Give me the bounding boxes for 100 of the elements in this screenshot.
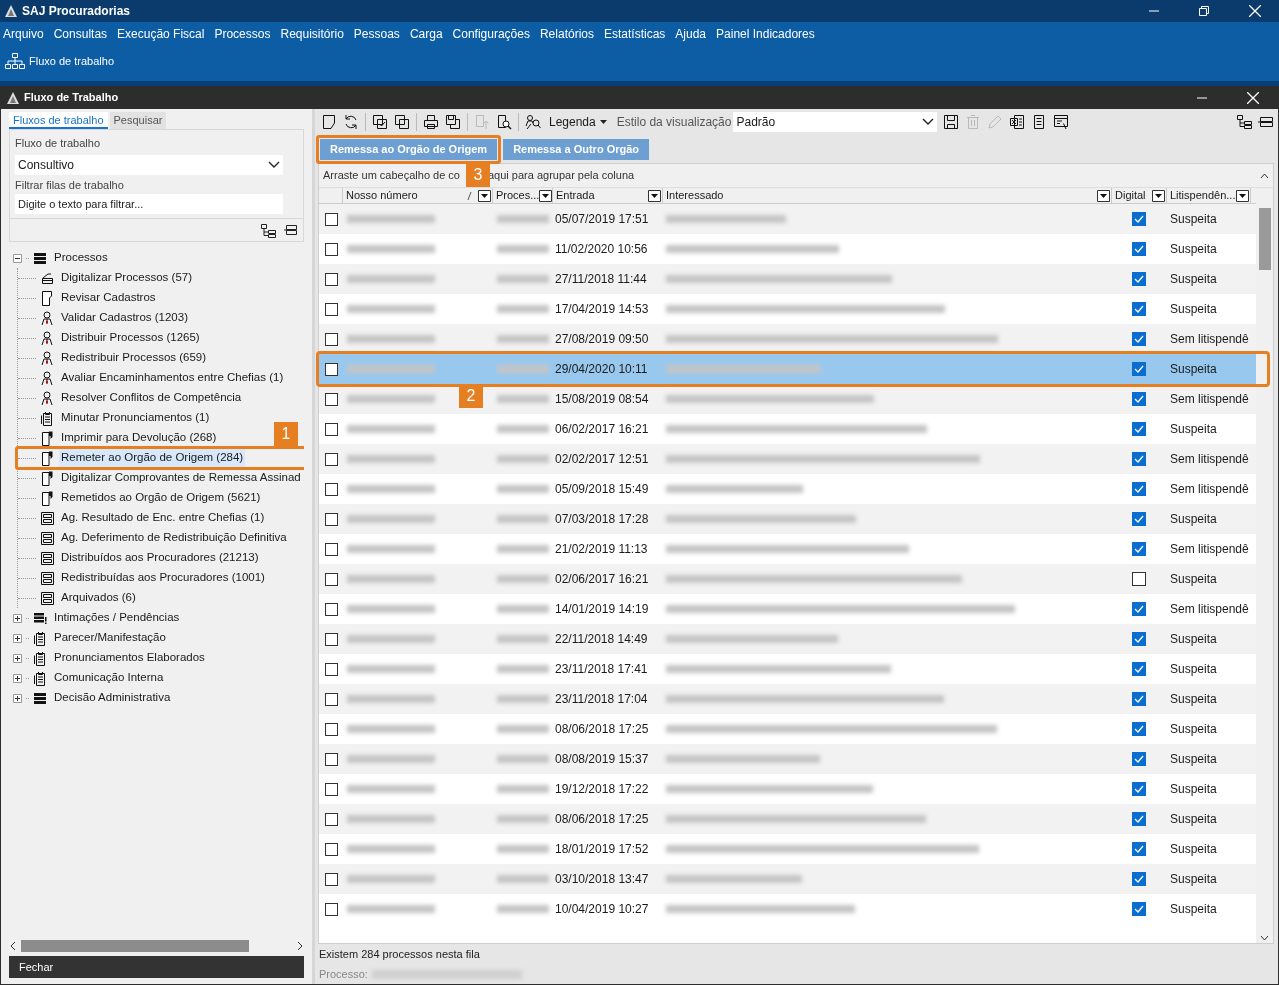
table-row[interactable]: 07/03/2018 17:28 Suspeita xyxy=(319,504,1256,534)
close-button[interactable]: Fechar xyxy=(9,956,304,978)
filter-dropdown-icon[interactable] xyxy=(1236,189,1249,202)
row-checkbox[interactable] xyxy=(324,842,338,856)
row-checkbox[interactable] xyxy=(324,242,338,256)
menu-item[interactable]: Requisitório xyxy=(280,25,344,43)
row-checkbox[interactable] xyxy=(324,362,338,376)
spreadsheet-icon[interactable] xyxy=(1009,114,1026,130)
tab[interactable]: Fluxos de trabalho xyxy=(9,112,108,129)
menu-item[interactable]: Pessoas xyxy=(353,25,400,43)
tree-item[interactable]: Parecer/Manifestação xyxy=(52,629,168,647)
collapse-up-icon[interactable] xyxy=(1260,172,1269,179)
menu-item[interactable]: Relatórios xyxy=(539,25,594,43)
document-search-icon[interactable] xyxy=(496,114,512,130)
table-row[interactable]: 08/08/2019 15:37 Suspeita xyxy=(319,744,1256,774)
collapse-icon[interactable] xyxy=(1258,114,1274,130)
table-row[interactable]: 23/11/2018 17:04 Suspeita xyxy=(319,684,1256,714)
collapse-toggle-icon[interactable] xyxy=(13,253,22,263)
menu-item[interactable]: Execução Fiscal xyxy=(117,25,205,43)
close-icon[interactable] xyxy=(1247,91,1259,104)
expand-toggle-icon[interactable] xyxy=(13,633,22,643)
filter-input[interactable]: Digite o texto para filtrar... xyxy=(15,194,283,214)
table-row[interactable]: 02/06/2017 16:21 Suspeita xyxy=(319,564,1256,594)
scroll-right-icon[interactable] xyxy=(296,940,304,951)
table-row[interactable]: 03/10/2018 13:47 Suspeita xyxy=(319,864,1256,894)
filter-dropdown-icon[interactable] xyxy=(1097,189,1110,202)
print-icon[interactable] xyxy=(423,114,439,130)
filter-dropdown-icon[interactable] xyxy=(478,189,491,202)
tree-item[interactable]: Ag. Deferimento de Redistribuição Definitiva xyxy=(59,529,289,547)
menu-item[interactable]: Painel Indicadores xyxy=(716,25,815,43)
row-checkbox[interactable] xyxy=(324,422,338,436)
new-document-icon[interactable] xyxy=(321,114,337,130)
row-checkbox[interactable] xyxy=(324,722,338,736)
save-copy-icon[interactable] xyxy=(445,114,461,130)
vertical-scrollbar[interactable] xyxy=(1258,208,1271,270)
tree-item[interactable]: Validar Cadastros (1203) xyxy=(59,309,190,327)
tree-item[interactable]: Ag. Resultado de Enc. entre Chefias (1) xyxy=(59,509,267,527)
row-checkbox[interactable] xyxy=(324,542,338,556)
horizontal-scrollbar[interactable] xyxy=(21,939,249,952)
column-header[interactable]: Digital xyxy=(1115,187,1146,204)
tab[interactable]: Pesquisar xyxy=(109,112,167,129)
tree-item[interactable]: Remetidos ao Orgão de Origem (5621) xyxy=(59,489,263,507)
workflow-select[interactable]: Consultivo xyxy=(15,154,283,175)
filter-dropdown-icon[interactable] xyxy=(539,189,553,202)
row-checkbox[interactable] xyxy=(324,602,338,616)
workflow-button[interactable]: Fluxo de trabalho xyxy=(4,51,115,72)
row-checkbox[interactable] xyxy=(324,302,338,316)
table-row[interactable]: 22/11/2018 14:49 Suspeita xyxy=(319,624,1256,654)
row-checkbox[interactable] xyxy=(324,512,338,526)
column-header[interactable]: Nosso número xyxy=(346,187,418,204)
menu-item[interactable]: Arquivo xyxy=(3,25,44,43)
expand-toggle-icon[interactable] xyxy=(13,653,22,663)
people-search-icon[interactable] xyxy=(525,114,541,130)
row-checkbox[interactable] xyxy=(324,902,338,916)
tree-item[interactable]: Imprimir para Devolução (268) xyxy=(59,429,219,447)
row-checkbox[interactable] xyxy=(324,752,338,766)
scroll-left-icon[interactable] xyxy=(9,940,17,951)
filter-dropdown-icon[interactable] xyxy=(648,189,661,202)
column-header[interactable]: Proces... xyxy=(496,187,540,204)
tree-expand-icon[interactable] xyxy=(1236,114,1252,130)
column-header[interactable]: Interessado xyxy=(666,187,724,204)
row-checkbox[interactable] xyxy=(324,572,338,586)
row-checkbox[interactable] xyxy=(324,812,338,826)
menu-item[interactable]: Estatísticas xyxy=(604,25,666,43)
tree-item[interactable]: Processos xyxy=(52,249,110,267)
row-checkbox[interactable] xyxy=(324,212,338,226)
copy-icon[interactable] xyxy=(394,114,410,130)
table-row[interactable]: 02/02/2017 12:51 Sem litispendê xyxy=(319,444,1256,474)
tree-item[interactable]: Revisar Cadastros xyxy=(59,289,158,307)
table-row[interactable]: 05/07/2019 17:51 Suspeita xyxy=(319,204,1256,234)
row-checkbox[interactable] xyxy=(324,392,338,406)
column-header[interactable]: Litispendên... xyxy=(1170,187,1236,204)
save-icon[interactable] xyxy=(943,114,960,130)
expand-toggle-icon[interactable] xyxy=(13,693,22,703)
row-checkbox[interactable] xyxy=(324,782,338,796)
tree-item[interactable]: Redistribuir Processos (659) xyxy=(59,349,209,367)
table-row[interactable]: 27/11/2018 11:44 Suspeita xyxy=(319,264,1256,294)
tree-item[interactable]: Intimações / Pendências xyxy=(52,609,182,627)
tree-item[interactable]: Resolver Conflitos de Competência xyxy=(59,389,244,407)
table-row[interactable]: 08/06/2018 17:25 Suspeita xyxy=(319,804,1256,834)
column-header[interactable]: Entrada xyxy=(556,187,595,204)
tree-item[interactable]: Comunicação Interna xyxy=(52,669,166,687)
tree-item[interactable]: Redistribuídas aos Procuradores (1001) xyxy=(59,569,267,587)
legend-dropdown[interactable]: Legenda xyxy=(547,113,609,131)
tree-expand-icon[interactable] xyxy=(260,222,276,238)
checked-copy-icon[interactable] xyxy=(372,114,388,130)
row-checkbox[interactable] xyxy=(324,662,338,676)
menu-item[interactable]: Carga xyxy=(409,25,443,43)
row-checkbox[interactable] xyxy=(324,272,338,286)
collapse-icon[interactable] xyxy=(284,224,297,236)
expand-toggle-icon[interactable] xyxy=(13,673,22,683)
tree-item[interactable]: Minutar Pronunciamentos (1) xyxy=(59,409,212,427)
scroll-down-icon[interactable] xyxy=(1260,935,1269,941)
layout-icon[interactable] xyxy=(1053,114,1070,130)
close-icon[interactable] xyxy=(1249,5,1261,17)
row-checkbox[interactable] xyxy=(324,692,338,706)
menu-item[interactable]: Ajuda xyxy=(675,25,707,43)
tree-item[interactable]: Distribuir Processos (1265) xyxy=(59,329,202,347)
filter-dropdown-icon[interactable] xyxy=(1152,189,1165,202)
tree-item[interactable]: Pronunciamentos Elaborados xyxy=(52,649,207,667)
